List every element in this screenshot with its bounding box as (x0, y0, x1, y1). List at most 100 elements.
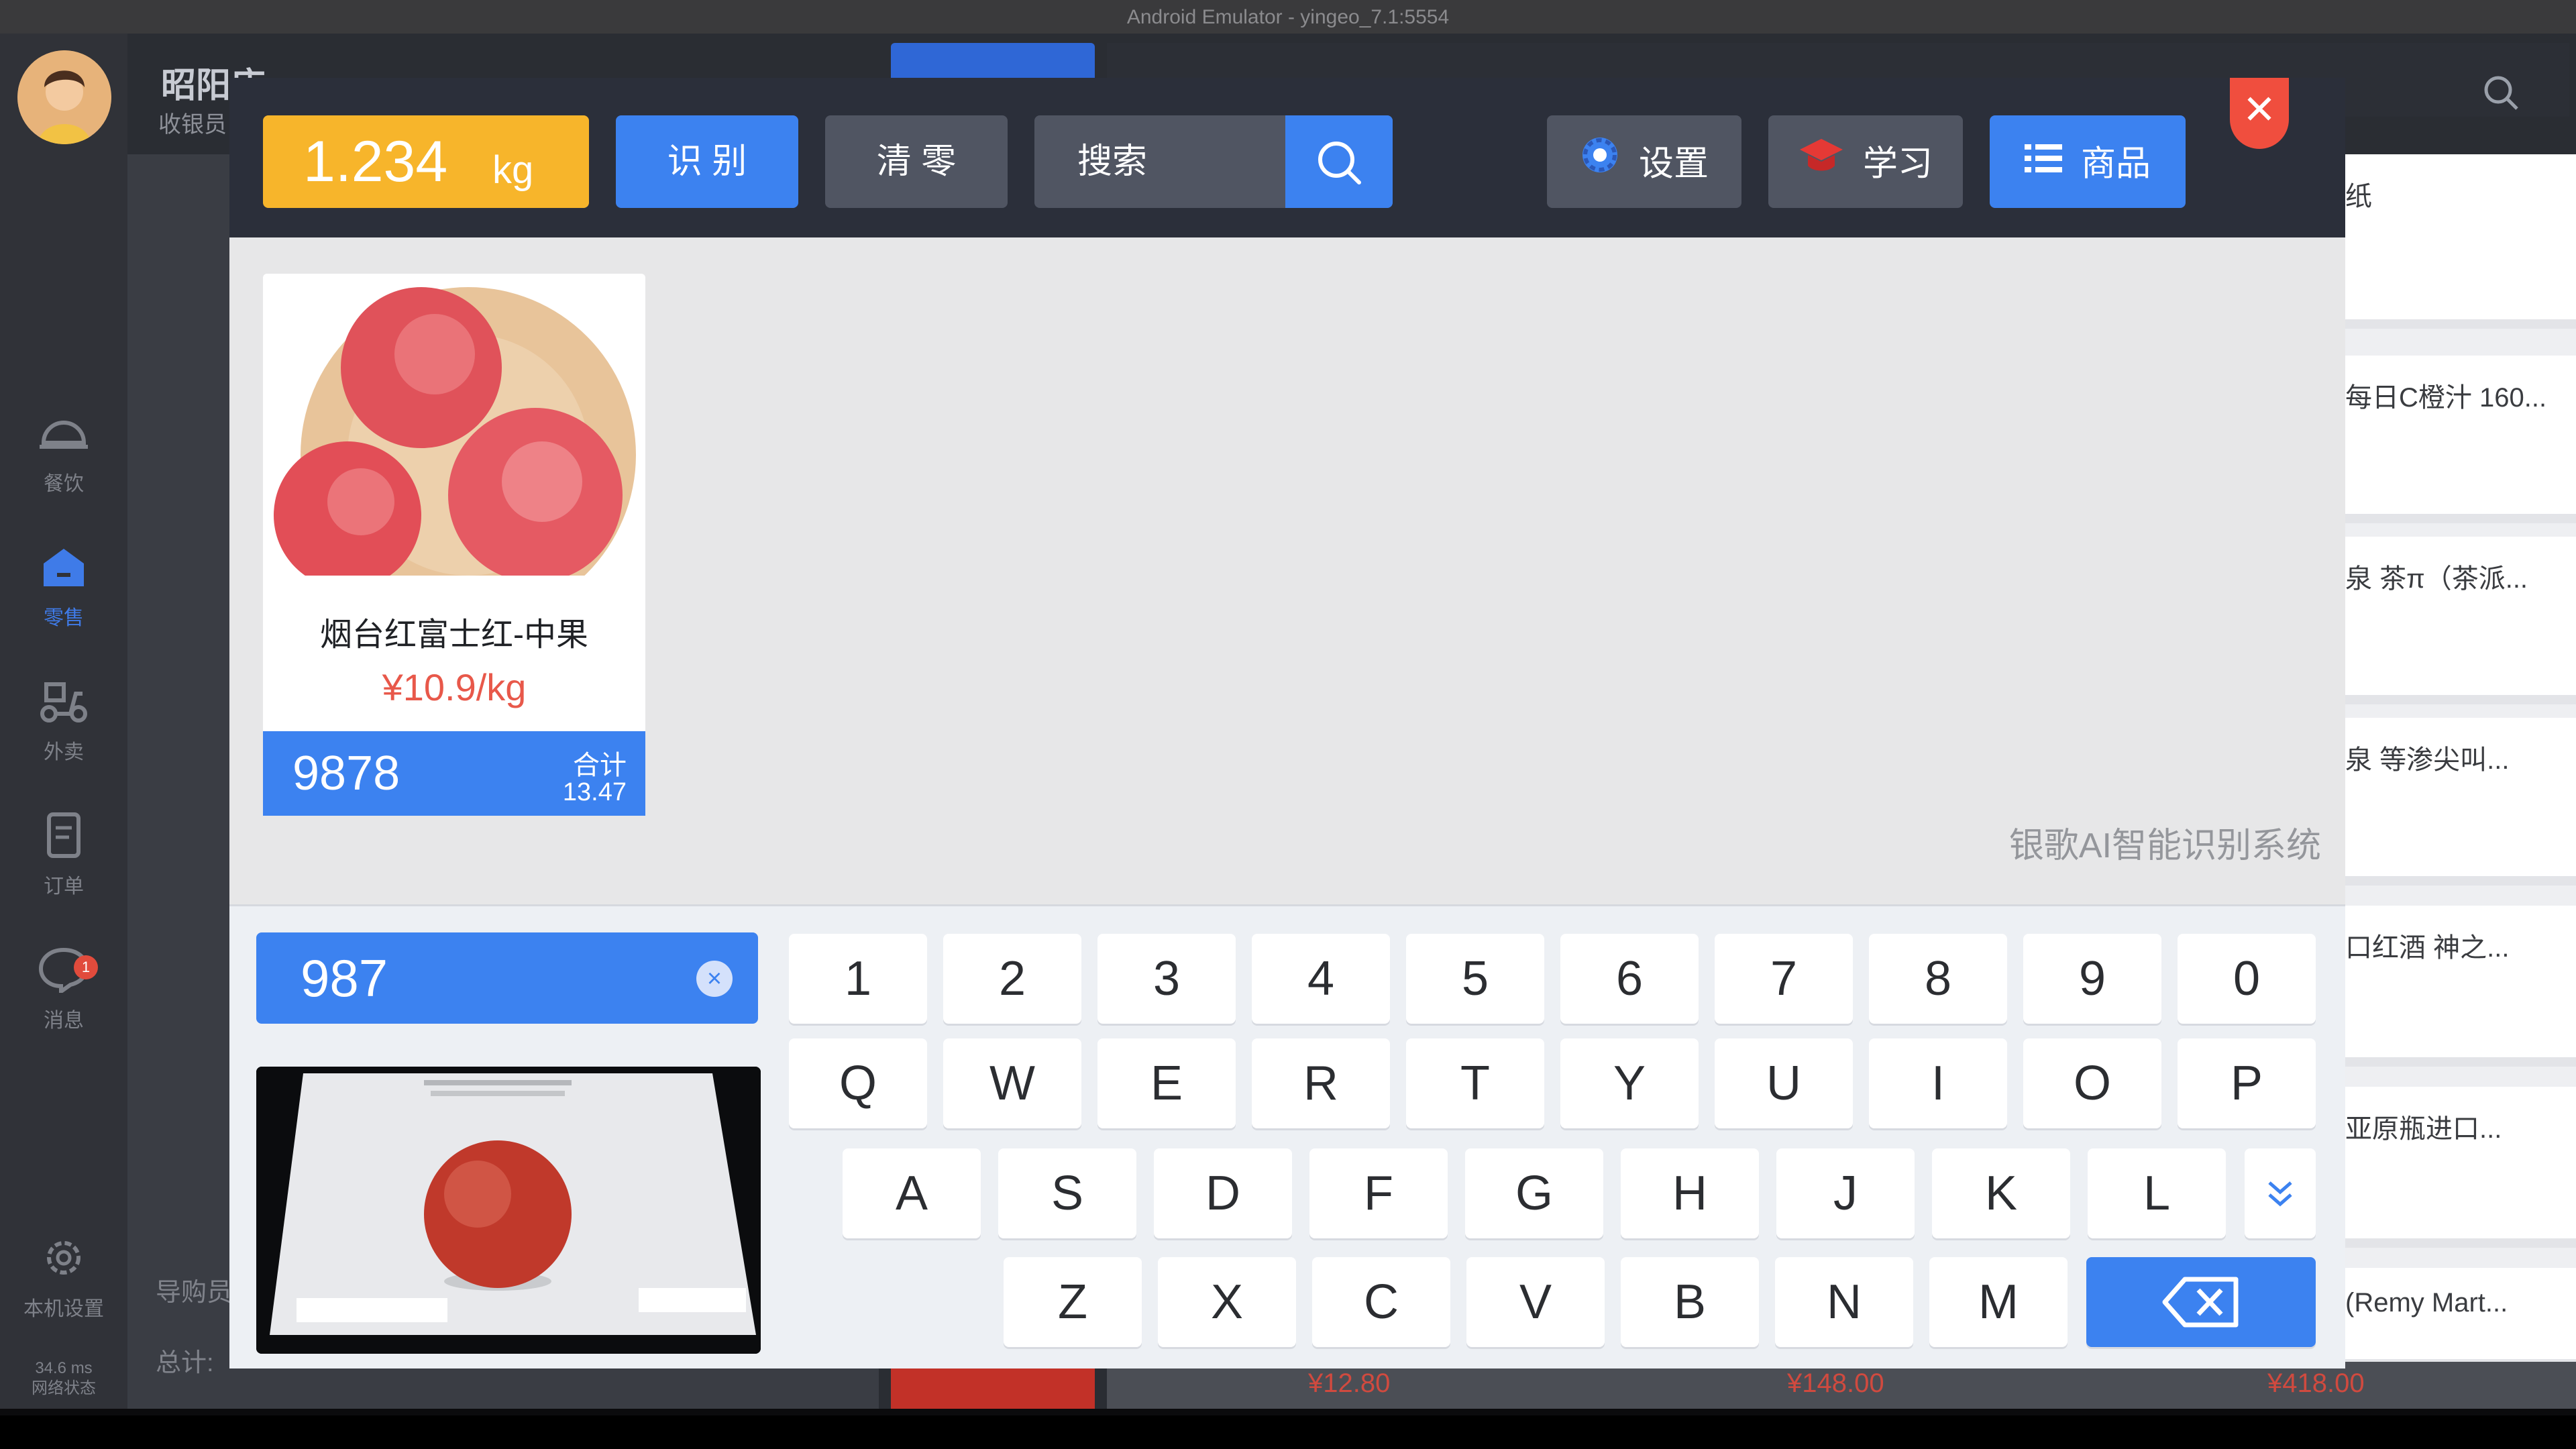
checkout-button[interactable] (891, 1368, 1095, 1409)
close-icon: ✕ (2242, 87, 2277, 132)
learn-label: 学习 (1862, 144, 1933, 184)
settings-label: 设置 (1638, 144, 1709, 184)
key-k[interactable]: K (1932, 1148, 2070, 1238)
list-item[interactable]: (Remy Mart... (2345, 1268, 2576, 1368)
key-9[interactable]: 9 (2023, 934, 2161, 1024)
search-icon[interactable] (2482, 74, 2520, 111)
close-button[interactable]: ✕ (2230, 78, 2289, 149)
code-input[interactable]: 987 (256, 932, 758, 1024)
list-item[interactable]: 泉 等渗尖叫... (2345, 718, 2576, 885)
search-button[interactable] (1285, 115, 1393, 208)
weight-unit: kg (492, 148, 534, 192)
key-t[interactable]: T (1406, 1038, 1544, 1128)
list-item[interactable]: 每日C橙汁 160... (2345, 356, 2576, 523)
learn-button[interactable]: 学习 (1768, 115, 1963, 208)
sidebar-item-label: 外卖 (44, 741, 84, 763)
code-input-value: 987 (301, 949, 388, 1008)
weight-display: 1.234 kg (263, 115, 589, 208)
products-label: 商品 (2080, 144, 2151, 184)
key-p[interactable]: P (2178, 1038, 2316, 1128)
key-e[interactable]: E (1097, 1038, 1236, 1128)
key-f[interactable]: F (1309, 1148, 1448, 1238)
list-item-label: 每日C橙汁 160... (2345, 383, 2547, 413)
search-icon (1318, 142, 1361, 184)
product-price: ¥148.00 (1787, 1368, 1884, 1398)
key-a[interactable]: A (843, 1148, 981, 1238)
key-g[interactable]: G (1465, 1148, 1603, 1238)
backspace-icon (2162, 1277, 2239, 1328)
key-2[interactable]: 2 (943, 934, 1081, 1024)
sidebar-item-label: 订单 (44, 875, 84, 898)
key-m[interactable]: M (1929, 1257, 2068, 1347)
sidebar-item-delivery[interactable]: 外卖 (0, 678, 127, 765)
key-v[interactable]: V (1466, 1257, 1605, 1347)
graduation-cap-icon (1799, 117, 1844, 210)
key-c[interactable]: C (1312, 1257, 1450, 1347)
gear-icon (1580, 117, 1620, 210)
key-r[interactable]: R (1252, 1038, 1390, 1128)
key-3[interactable]: 3 (1097, 934, 1236, 1024)
background-tab (891, 43, 1095, 83)
sidebar-item-orders[interactable]: 订单 (0, 812, 127, 899)
list-item-label: (Remy Mart... (2345, 1288, 2508, 1318)
key-0[interactable]: 0 (2178, 934, 2316, 1024)
avatar[interactable] (17, 50, 111, 144)
bell-cover-icon (0, 409, 127, 467)
search-placeholder: 搜索 (1077, 142, 1148, 181)
key-u[interactable]: U (1715, 1038, 1853, 1128)
order-doc-icon (0, 812, 127, 869)
chevron-double-down-icon (2268, 1181, 2292, 1207)
collapse-keyboard-button[interactable] (2245, 1148, 2316, 1238)
emulator-title-bar: Android Emulator - yingeo_7.1:5554 (0, 0, 2576, 34)
key-o[interactable]: O (2023, 1038, 2161, 1128)
sidebar-item-label: 零售 (44, 607, 84, 629)
total-label: 合计 (573, 751, 627, 780)
list-item-label: 纸 (2345, 182, 2372, 211)
gear-icon (0, 1234, 127, 1292)
sidebar-item-dining[interactable]: 餐饮 (0, 409, 127, 496)
list-item[interactable]: 口红酒 神之... (2345, 906, 2576, 1067)
products-button[interactable]: 商品 (1990, 115, 2186, 208)
key-w[interactable]: W (943, 1038, 1081, 1128)
key-5[interactable]: 5 (1406, 934, 1544, 1024)
key-x[interactable]: X (1158, 1257, 1296, 1347)
key-z[interactable]: Z (1004, 1257, 1142, 1347)
guide-label: 导购员 (156, 1279, 233, 1307)
clear-input-button[interactable]: × (696, 961, 733, 997)
list-item-label: 口红酒 神之... (2345, 933, 2510, 963)
recognize-button[interactable]: 识 别 (616, 115, 798, 208)
key-i[interactable]: I (1869, 1038, 2007, 1128)
key-b[interactable]: B (1621, 1257, 1759, 1347)
product-name: 烟台红富士红-中果 (320, 617, 588, 653)
key-1[interactable]: 1 (789, 934, 927, 1024)
list-item[interactable]: 亚原瓶进口... (2345, 1087, 2576, 1248)
key-s[interactable]: S (998, 1148, 1136, 1238)
key-7[interactable]: 7 (1715, 934, 1853, 1024)
product-price: ¥418.00 (2267, 1368, 2365, 1398)
product-code: 9878 (292, 747, 400, 800)
chat-icon (0, 946, 127, 1004)
sidebar-item-retail[interactable]: 零售 (0, 543, 127, 631)
key-l[interactable]: L (2088, 1148, 2226, 1238)
list-item[interactable]: 纸 (2345, 154, 2576, 329)
key-4[interactable]: 4 (1252, 934, 1390, 1024)
key-q[interactable]: Q (789, 1038, 927, 1128)
key-6[interactable]: 6 (1560, 934, 1699, 1024)
tare-zero-button[interactable]: 清 零 (825, 115, 1008, 208)
sidebar-item-messages[interactable]: 消息 (0, 946, 127, 1033)
key-8[interactable]: 8 (1869, 934, 2007, 1024)
list-item[interactable]: 泉 茶π（茶派... (2345, 537, 2576, 704)
total-label: 总计: (156, 1349, 214, 1377)
scooter-icon (0, 678, 127, 735)
key-y[interactable]: Y (1560, 1038, 1699, 1128)
key-d[interactable]: D (1154, 1148, 1292, 1238)
weight-value: 1.234 (303, 129, 448, 194)
latency-value: 34.6 ms (35, 1359, 93, 1377)
key-j[interactable]: J (1776, 1148, 1915, 1238)
key-n[interactable]: N (1775, 1257, 1913, 1347)
key-h[interactable]: H (1621, 1148, 1759, 1238)
product-image (274, 280, 636, 623)
backspace-button[interactable] (2086, 1257, 2316, 1347)
sidebar-item-settings[interactable]: 本机设置 (0, 1234, 127, 1322)
settings-button[interactable]: 设置 (1547, 115, 1741, 208)
